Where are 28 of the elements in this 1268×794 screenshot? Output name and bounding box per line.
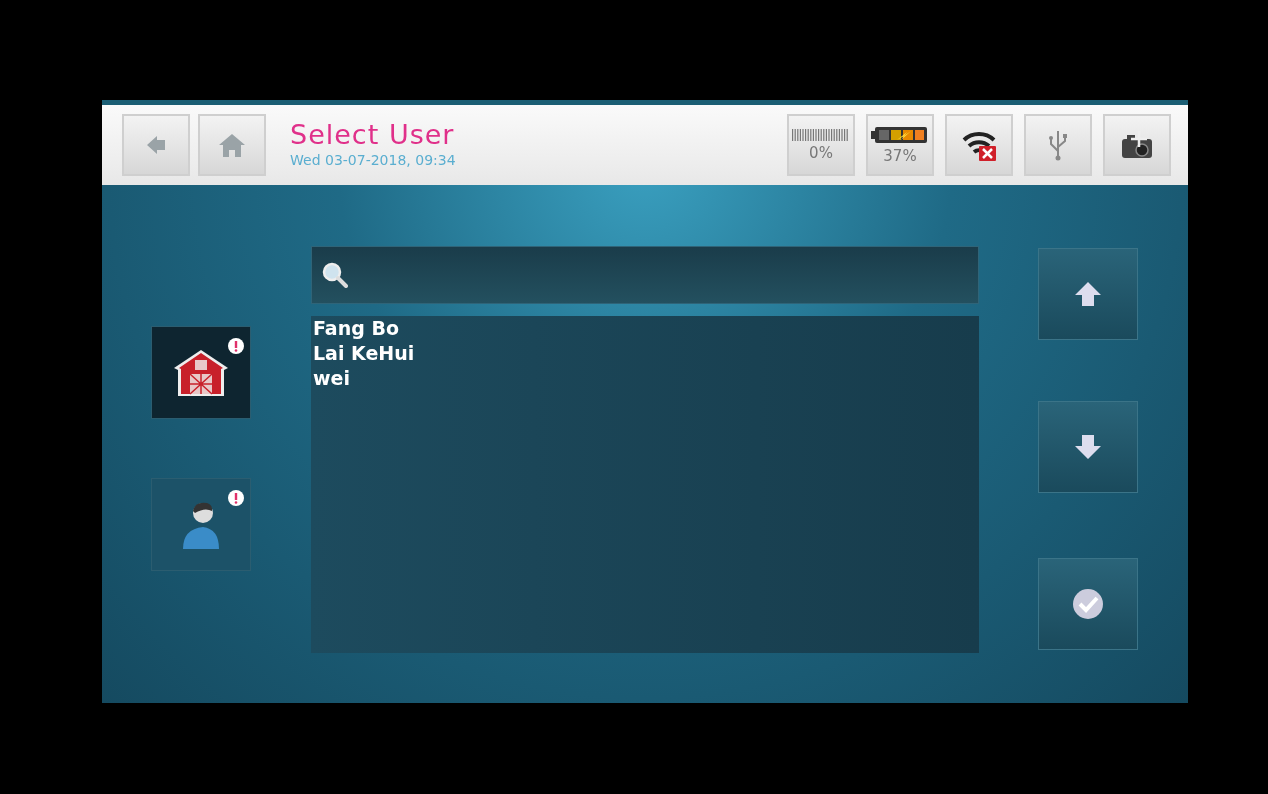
back-arrow-icon — [145, 134, 167, 156]
user-list-item[interactable]: wei — [313, 366, 977, 391]
up-arrow-icon — [1074, 281, 1102, 307]
checkmark-icon — [1072, 588, 1104, 620]
user-mode-button[interactable] — [151, 478, 251, 571]
barn-icon — [172, 347, 230, 398]
status-reading: 0% — [809, 145, 833, 161]
date-time: Wed 03-07-2018, 09:34 — [290, 150, 456, 170]
user-list-item[interactable]: Fang Bo — [313, 316, 977, 341]
down-button[interactable] — [1038, 401, 1138, 493]
down-arrow-icon — [1074, 434, 1102, 460]
user-list-item[interactable]: Lai KeHui — [313, 341, 977, 366]
status-reading: 37% — [883, 148, 917, 164]
search-field[interactable] — [311, 246, 979, 304]
barcode-icon — [792, 129, 850, 141]
battery-icon — [871, 126, 929, 144]
storage-status-button[interactable]: 0% — [787, 114, 855, 176]
usb-icon — [1048, 129, 1068, 161]
camera-status-button[interactable] — [1103, 114, 1171, 176]
usb-status-button[interactable] — [1024, 114, 1092, 176]
screen-title: Select User — [290, 119, 456, 150]
confirm-button[interactable] — [1038, 558, 1138, 650]
battery-status-button[interactable]: 37% — [866, 114, 934, 176]
home-icon — [218, 132, 246, 158]
wifi-status-button[interactable] — [945, 114, 1013, 176]
farm-mode-button[interactable] — [151, 326, 251, 419]
up-button[interactable] — [1038, 248, 1138, 340]
search-icon — [322, 262, 348, 288]
